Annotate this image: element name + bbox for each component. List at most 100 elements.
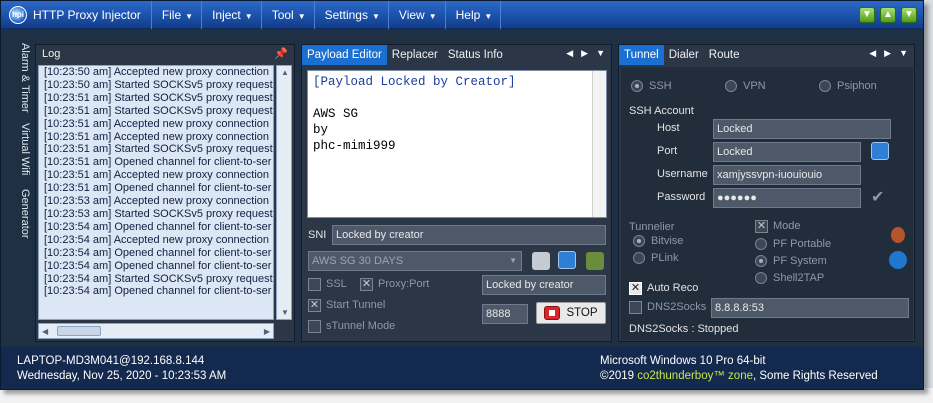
side-tab-virtual-wifi[interactable]: Virtual Wifi: [9, 123, 31, 175]
tab-replacer[interactable]: Replacer: [387, 45, 443, 65]
log-title: Log: [42, 48, 61, 60]
scroll-left-icon[interactable]: ◀: [42, 327, 48, 336]
ssl-checkbox[interactable]: [308, 278, 321, 291]
host-info: LAPTOP-MD3M041@192.168.8.144: [17, 355, 205, 367]
minimize-button[interactable]: ▼: [859, 7, 875, 23]
editor-scrollbar[interactable]: [592, 71, 606, 217]
tunnel-tabs: Tunnel Dialer Route ◀ ▶ ▼: [619, 45, 914, 65]
mode-checkbox[interactable]: ✕: [755, 220, 768, 233]
profile-select[interactable]: AWS SG 30 DAYS ▼: [308, 251, 522, 271]
pf-portable-radio[interactable]: [755, 238, 767, 250]
chevron-down-icon: ▼: [185, 11, 194, 21]
host-label: Host: [657, 122, 680, 134]
bitvise-radio[interactable]: [633, 235, 645, 247]
save-icon[interactable]: [871, 142, 889, 160]
username-input[interactable]: xamjyssvpn-iuouiouio: [713, 165, 861, 185]
dns-status: DNS2Socks : Stopped: [629, 323, 739, 335]
maximize-button[interactable]: ▲: [880, 7, 896, 23]
stop-button[interactable]: STOP: [536, 302, 606, 324]
log-line: [10:23:50 am] Accepted new proxy connect…: [44, 66, 270, 78]
pin-icon[interactable]: 📌: [274, 47, 288, 60]
trash-icon[interactable]: [586, 252, 604, 270]
menu-tool[interactable]: Tool ▼: [260, 0, 314, 29]
chevron-down-icon: ▼: [371, 11, 380, 21]
payload-line: [Payload Locked by Creator]: [313, 75, 516, 89]
password-input[interactable]: ●●●●●●: [713, 188, 861, 208]
editor-tabs: Payload Editor Replacer Status Info ◀ ▶ …: [302, 45, 611, 65]
vpn-radio[interactable]: [725, 80, 737, 92]
app-title: HTTP Proxy Injector: [33, 7, 141, 22]
dns2socks-checkbox[interactable]: [629, 301, 642, 314]
tab-prev-icon[interactable]: ◀: [566, 48, 573, 59]
log-line: [10:23:54 am] Opened channel for client-…: [44, 220, 272, 233]
log-line: [10:23:50 am] Started SOCKSv5 proxy requ…: [44, 78, 273, 91]
tab-prev-icon[interactable]: ◀: [869, 48, 876, 59]
ssh-port-input[interactable]: Locked: [713, 142, 861, 162]
dns-input[interactable]: 8.8.8.8:53: [711, 298, 909, 318]
scroll-thumb[interactable]: [57, 326, 101, 336]
tunnelier-label: Tunnelier: [629, 221, 675, 233]
start-tunnel-checkbox[interactable]: ✕: [308, 299, 321, 312]
menu-inject[interactable]: Inject ▼: [201, 0, 261, 29]
file-icon[interactable]: [532, 252, 550, 270]
scroll-right-icon[interactable]: ▶: [264, 327, 270, 336]
stop-icon: [544, 306, 561, 320]
log-line: [10:23:51 am] Opened channel for client-…: [44, 182, 272, 195]
chevron-down-icon: ▼: [428, 11, 437, 21]
start-tunnel-label: Start Tunnel: [326, 299, 386, 311]
log-line: [10:23:51 am] Started SOCKSv5 proxy requ…: [44, 91, 273, 104]
tab-list-icon[interactable]: ▼: [596, 48, 605, 59]
side-tab-generator[interactable]: Generator: [9, 189, 31, 239]
scroll-up-icon[interactable]: ▲: [281, 68, 289, 77]
save-icon[interactable]: [558, 251, 576, 269]
side-tab-alarm-timer[interactable]: Alarm & Timer: [9, 43, 31, 113]
menu-settings[interactable]: Settings ▼: [313, 0, 388, 29]
log-panel: Log 📌 [10:23:50 am] Accepted new proxy c…: [35, 44, 295, 342]
stunnel-checkbox[interactable]: [308, 320, 321, 333]
log-horizontal-scrollbar[interactable]: ◀ ▶: [38, 323, 274, 339]
tab-status-info[interactable]: Status Info: [443, 45, 508, 65]
pf-system-radio[interactable]: [755, 255, 767, 267]
proxy-checkbox[interactable]: ✕: [360, 278, 373, 291]
close-button[interactable]: ▼: [901, 7, 917, 23]
log-line: [10:23:54 am] Opened channel for client-…: [44, 259, 272, 272]
menu-help[interactable]: Help ▼: [444, 0, 502, 29]
plink-radio[interactable]: [633, 252, 645, 264]
auto-reco-checkbox[interactable]: ✕: [629, 282, 642, 295]
log-vertical-scrollbar[interactable]: ▲ ▼: [276, 65, 292, 320]
menu-file[interactable]: File ▼: [150, 0, 201, 29]
check-icon[interactable]: ✔: [871, 187, 884, 207]
gear-icon[interactable]: [891, 227, 905, 243]
sni-input[interactable]: Locked by creator: [332, 225, 606, 245]
ssh-radio[interactable]: [631, 80, 643, 92]
psiphon-radio[interactable]: [819, 80, 831, 92]
log-line: [10:23:51 am] Started SOCKSv5 proxy requ…: [44, 143, 273, 156]
main-window: hpi HTTP Proxy Injector File ▼ Inject ▼ To…: [0, 0, 924, 390]
sni-label: SNI: [308, 229, 327, 241]
tab-tunnel[interactable]: Tunnel: [619, 45, 664, 65]
log-list[interactable]: [10:23:50 am] Accepted new proxy connect…: [38, 65, 274, 320]
tab-list-icon[interactable]: ▼: [899, 48, 908, 59]
editor-panel: Payload Editor Replacer Status Info ◀ ▶ …: [301, 44, 612, 342]
payload-editor[interactable]: [Payload Locked by Creator] AWS SG by ph…: [307, 70, 607, 218]
menu-view[interactable]: View ▼: [387, 0, 445, 29]
host-input[interactable]: Locked: [713, 119, 891, 139]
bitvise-label: Bitvise: [651, 235, 684, 247]
tab-next-icon[interactable]: ▶: [581, 48, 588, 59]
tab-next-icon[interactable]: ▶: [884, 48, 891, 59]
tab-dialer[interactable]: Dialer: [664, 45, 704, 65]
chevron-down-icon: ▼: [297, 11, 306, 21]
refresh-icon[interactable]: [889, 251, 907, 269]
tab-route[interactable]: Route: [704, 45, 745, 65]
port-input[interactable]: 8888: [482, 304, 528, 324]
username-label: Username: [657, 168, 708, 180]
chevron-down-icon: ▼: [244, 11, 253, 21]
password-label: Password: [657, 191, 706, 203]
log-line: [10:23:51 am] Accepted new proxy connect…: [44, 117, 270, 130]
shell2tap-radio[interactable]: [755, 272, 767, 284]
tab-payload-editor[interactable]: Payload Editor: [302, 45, 387, 65]
log-line: [10:23:54 am] Accepted new proxy connect…: [44, 233, 270, 246]
scroll-down-icon[interactable]: ▼: [281, 308, 289, 317]
title-bar: hpi HTTP Proxy Injector File ▼ Inject ▼ To…: [1, 0, 923, 29]
proxy-input[interactable]: Locked by creator: [482, 275, 606, 295]
